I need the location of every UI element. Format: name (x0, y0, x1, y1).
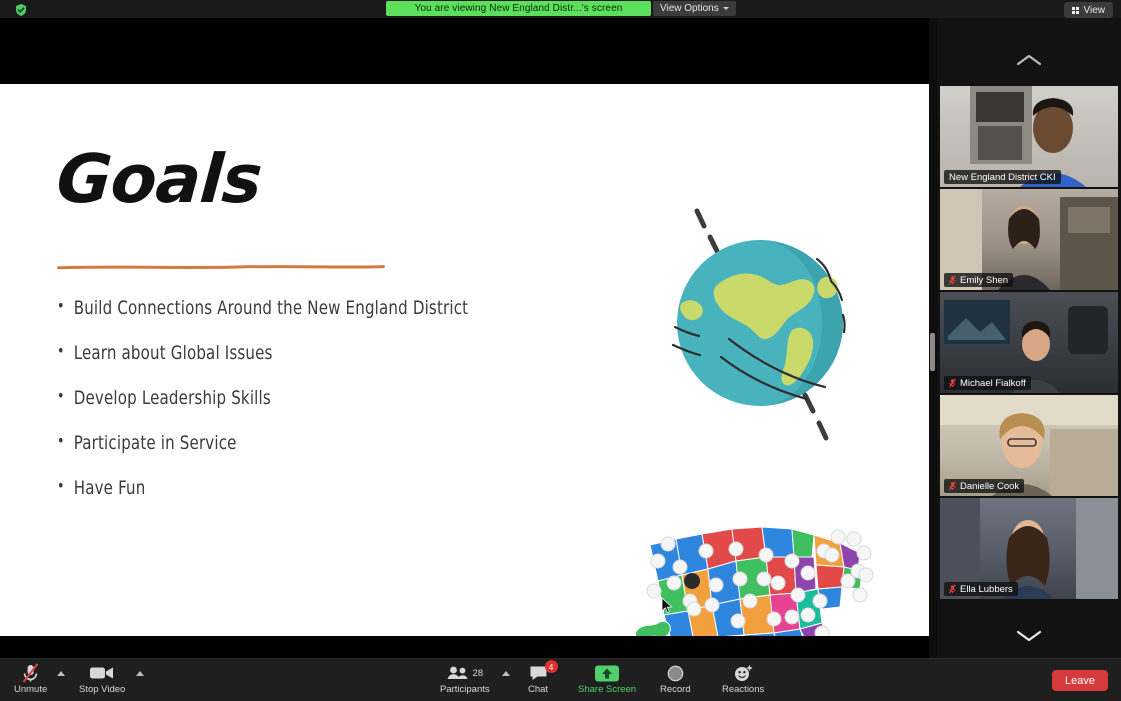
screen-share-banner: You are viewing New England Distr...'s s… (386, 1, 651, 16)
participant-tile-3[interactable]: Danielle Cook (940, 395, 1118, 496)
record-label: Record (660, 684, 691, 695)
chat-label: Chat (528, 684, 549, 695)
share-up-arrow-icon (595, 663, 620, 683)
list-item: Participate in Service (57, 433, 497, 453)
microphone-muted-icon (949, 275, 956, 285)
participant-nameplate: Emily Shen (944, 273, 1014, 287)
slide-bullet-list: Build Connections Around the New England… (57, 298, 557, 524)
reactions-label: Reactions (722, 684, 765, 695)
record-button[interactable]: Record (660, 663, 691, 700)
participant-tile-2[interactable]: Michael Fialkoff (940, 292, 1118, 393)
participant-tiles: New England District CKI Emily Shen Mich… (937, 86, 1121, 601)
microphone-muted-icon (949, 584, 956, 594)
screen-share-text: You are viewing New England Distr...'s s… (414, 3, 623, 14)
us-map-illustration (635, 526, 874, 636)
unmute-label: Unmute (14, 684, 48, 695)
participant-tile-4[interactable]: Ella Lubbers (940, 498, 1118, 599)
grid-icon (1071, 6, 1079, 14)
view-layout-button[interactable]: View (1063, 2, 1113, 18)
stop-video-button[interactable]: Stop Video (79, 663, 125, 700)
record-circle-icon (667, 663, 684, 683)
camera-icon (90, 663, 114, 683)
view-options-button[interactable]: View Options (653, 1, 736, 16)
participants-options-caret[interactable] (502, 671, 510, 676)
chat-button[interactable]: 4 Chat (528, 660, 558, 700)
participants-count: 28 (472, 667, 484, 679)
leave-button[interactable]: Leave (1052, 670, 1108, 691)
microphone-muted-icon (22, 663, 39, 683)
participant-nameplate: Danielle Cook (944, 479, 1025, 493)
audio-options-caret[interactable] (57, 671, 65, 676)
participant-nameplate: Michael Fialkoff (944, 376, 1031, 390)
participant-nameplate: Ella Lubbers (944, 582, 1018, 596)
video-options-caret[interactable] (136, 671, 144, 676)
leave-label: Leave (1065, 674, 1095, 687)
participant-name: Ella Lubbers (960, 583, 1013, 595)
share-screen-label: Share Screen (578, 684, 637, 695)
participant-name: Emily Shen (960, 274, 1009, 286)
view-options-label: View Options (660, 3, 719, 14)
globe-illustration (671, 208, 846, 441)
microphone-muted-icon (949, 481, 956, 491)
mouse-cursor (661, 597, 673, 614)
participant-tile-0[interactable]: New England District CKI (940, 86, 1118, 187)
chevron-up-icon (1016, 54, 1042, 66)
chevron-down-icon (722, 7, 729, 10)
view-button-label: View (1083, 4, 1106, 16)
panel-divider[interactable] (929, 18, 937, 658)
participant-tile-1[interactable]: Emily Shen (940, 189, 1118, 290)
stop-video-label: Stop Video (79, 684, 126, 695)
list-item: Have Fun (57, 478, 497, 498)
meeting-controls-bar: Unmute Stop Video 28 Participants 4 Chat… (0, 658, 1121, 701)
title-underline (57, 265, 385, 270)
reactions-button[interactable]: Reactions (722, 663, 764, 700)
chevron-down-icon (1016, 630, 1042, 642)
chat-unread-badge: 4 (544, 660, 558, 673)
slide-title: Goals (54, 140, 264, 218)
video-filmstrip: New England District CKI Emily Shen Mich… (937, 18, 1121, 658)
shield-check-icon[interactable] (12, 2, 30, 18)
filmstrip-scroll-up-button[interactable] (937, 40, 1121, 80)
list-item: Learn about Global Issues (57, 343, 497, 363)
participants-button[interactable]: 28 Participants (440, 663, 490, 700)
list-item: Develop Leadership Skills (57, 388, 497, 408)
unmute-button[interactable]: Unmute (14, 663, 47, 700)
share-screen-button[interactable]: Share Screen (578, 663, 636, 700)
divider-drag-handle[interactable] (930, 333, 935, 371)
participant-name: New England District CKI (949, 171, 1056, 183)
list-item: Build Connections Around the New England… (57, 298, 497, 318)
participant-nameplate: New England District CKI (944, 170, 1061, 184)
zoom-meeting-window: You are viewing New England Distr...'s s… (0, 0, 1121, 701)
participant-name: Michael Fialkoff (960, 377, 1026, 389)
smiley-plus-icon (734, 663, 753, 683)
participant-name: Danielle Cook (960, 480, 1020, 492)
participants-label: Participants (440, 684, 490, 695)
filmstrip-scroll-down-button[interactable] (937, 616, 1121, 656)
shared-screen-stage: Goals Build Connections Around the New E… (0, 18, 929, 658)
top-bar: You are viewing New England Distr...'s s… (0, 0, 1121, 18)
chat-bubble-icon: 4 (529, 660, 558, 683)
microphone-muted-icon (949, 378, 956, 388)
presentation-slide: Goals Build Connections Around the New E… (0, 84, 929, 636)
people-icon: 28 (447, 663, 484, 683)
